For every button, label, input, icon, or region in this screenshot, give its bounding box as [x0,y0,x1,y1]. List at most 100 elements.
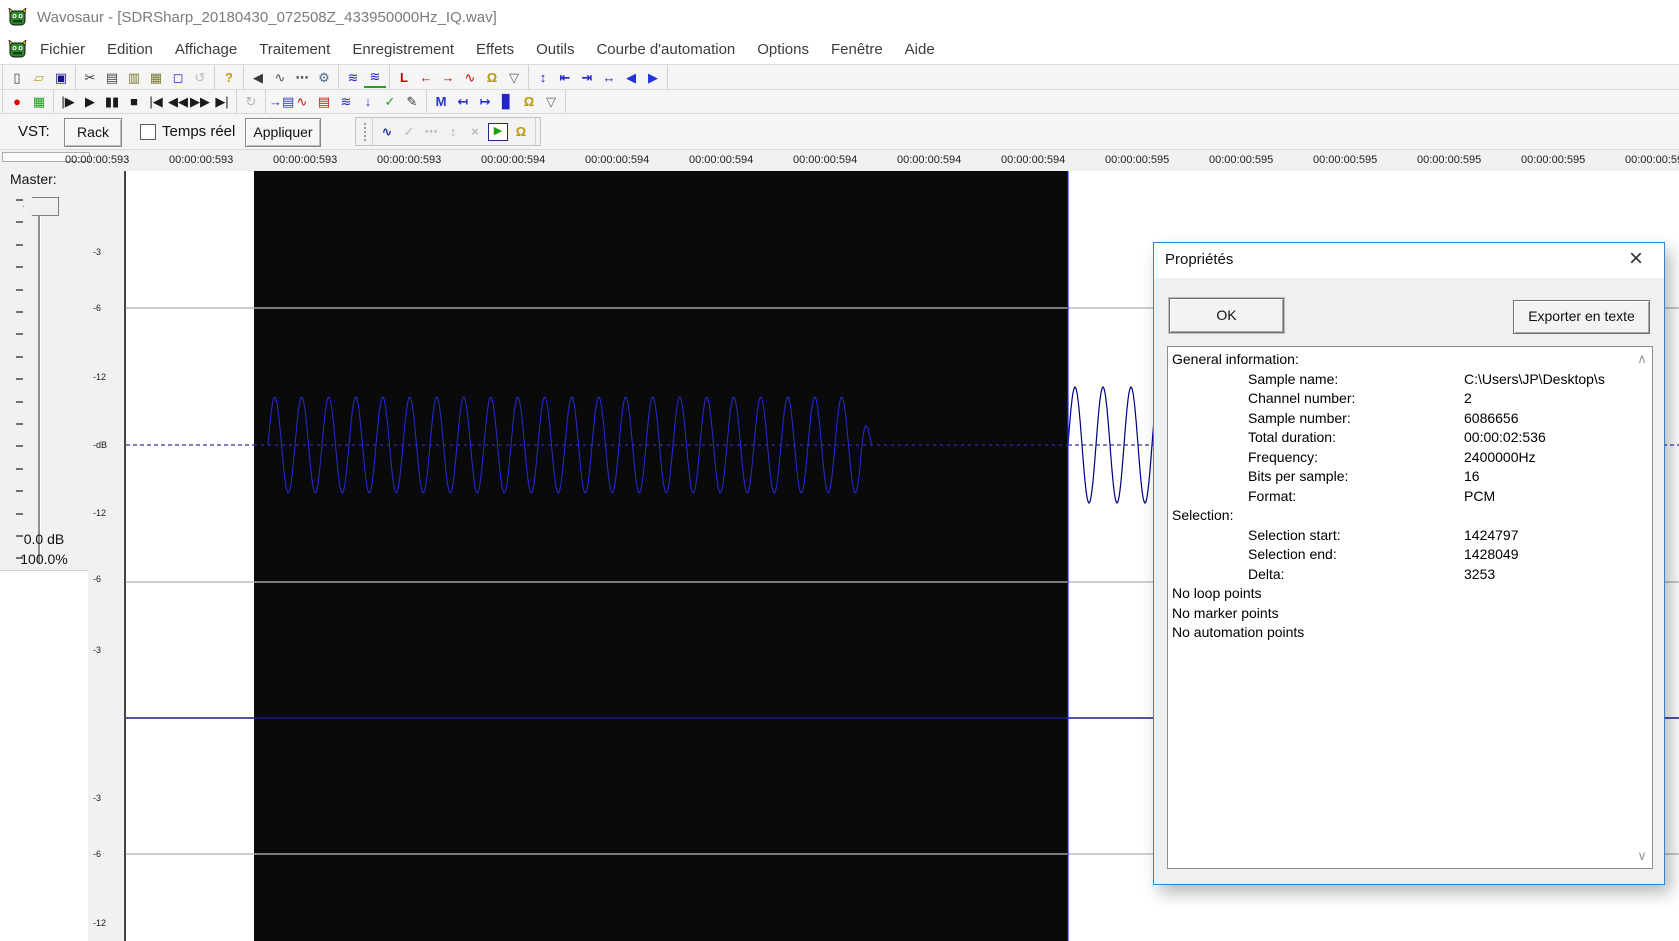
insert-audio-icon[interactable]: →▤ [269,91,294,113]
menu-item-enregistrement[interactable]: Enregistrement [341,37,465,62]
timeline-label: 00:00:00:593 [377,154,442,166]
loop-end-icon[interactable]: → [437,67,459,89]
menu-item-affichage[interactable]: Affichage [164,37,248,62]
menu-item-traitement[interactable]: Traitement [248,37,341,62]
stop-icon[interactable]: ■ [123,91,145,113]
play-from-cursor-icon[interactable]: |▶ [57,91,79,113]
paste-icon[interactable]: ▥ [123,67,145,89]
zoom-selection-icon[interactable]: ↔ [598,67,620,89]
properties-list[interactable]: General information: Sample name: C:\Users… [1167,346,1653,869]
go-to-end-icon[interactable]: ▶| [211,91,233,113]
insert-silence-icon[interactable]: ↓ [357,91,379,113]
properties-row: Total duration: 00:00:02:536 [1168,428,1652,448]
paste-new-icon[interactable]: ▦ [145,67,167,89]
delete-loop-icon[interactable]: ▽ [503,67,525,89]
loop-wave-icon[interactable]: ∿ [459,67,481,89]
export-document-icon[interactable]: ▤ [313,91,335,113]
zoom-selection-end-icon[interactable]: ⇥ [576,67,598,89]
vst-label: VST: [18,123,50,140]
fit-vertical-icon[interactable]: ≋ [342,67,364,89]
menu-item-fichier[interactable]: Fichier [29,37,96,62]
marker-icon[interactable]: M [430,91,452,113]
rewind-icon[interactable]: ◀◀ [167,91,189,113]
zoom-vertical-wave-icon[interactable]: ↕ [532,67,554,89]
master-slider-handle[interactable] [23,197,59,216]
copy-icon[interactable]: ▤ [101,67,123,89]
export-text-button[interactable]: Exporter en texte [1513,300,1650,334]
play-envelope-icon[interactable]: ▶ [488,122,508,141]
db-ruler-label: -3 [93,645,102,655]
lock-loop-icon[interactable]: Ω [481,67,503,89]
menu-item-fen-tre[interactable]: Fenêtre [820,37,894,62]
vst-apply-button[interactable]: Appliquer [245,118,321,147]
selection-region [254,171,1068,941]
menu-item-outils[interactable]: Outils [525,37,585,62]
resample-wave-icon[interactable]: ≋ [335,91,357,113]
toolbar-group: ∿ ✓ ⋯ ↕ × ▶ Ω [372,118,536,145]
menu-item-edition[interactable]: Edition [96,37,164,62]
vst-rack-button[interactable]: Rack [64,118,122,147]
fast-forward-icon[interactable]: ▶▶ [189,91,211,113]
master-slider-tick [16,199,23,201]
properties-row: Channel number: 2 [1168,389,1652,409]
timeline-label: 00:00:00:593 [169,154,234,166]
menu-item-aide[interactable]: Aide [894,37,946,62]
select-region-icon[interactable]: ◻ [167,67,189,89]
timeline-label: 00:00:00:594 [793,154,858,166]
delete-markers-icon[interactable]: ▽ [540,91,562,113]
zoom-selection-start-icon[interactable]: ⇤ [554,67,576,89]
timeline-label: 00:00:00:594 [585,154,650,166]
record-icon[interactable]: ● [6,91,28,113]
draw-pencil-icon[interactable]: ✎ [401,91,423,113]
db-ruler-label: -3 [93,247,102,257]
pause-icon[interactable]: ▮▮ [101,91,123,113]
menu-item-courbe-d-automation[interactable]: Courbe d'automation [585,37,746,62]
play-icon[interactable]: ▶ [79,91,101,113]
loop-point-icon[interactable]: L [393,67,415,89]
vu-meter-icon[interactable]: ▦ [28,91,50,113]
properties-row: Sample name: C:\Users\JP\Desktop\s [1168,370,1652,390]
fit-selection-icon[interactable]: ≋ [364,67,386,88]
cut-icon[interactable]: ✂ [79,67,101,89]
audio-settings-wrench-icon[interactable]: ⚙ [313,67,335,89]
property-label: Bits per sample: [1248,468,1349,484]
open-file-icon[interactable]: ▱ [28,67,50,89]
close-icon[interactable]: × [1622,245,1650,273]
menu-item-options[interactable]: Options [746,37,820,62]
toolbar-group: →▤ ∿ ▤ ≋ ↓ ✓ ✎ [266,90,427,114]
property-value: PCM [1464,487,1496,504]
dialog-title-bar[interactable]: Propriétés × [1154,243,1664,278]
marker-selection-icon[interactable]: ▊ [496,91,518,113]
menu-item-effets[interactable]: Effets [465,37,525,62]
new-file-icon[interactable]: ▯ [6,67,28,89]
help-icon[interactable]: ? [218,67,240,89]
master-slider-tick [16,535,23,537]
timeline-label: 00:00:00:593 [273,154,338,166]
wavosaur-app-icon[interactable] [8,8,27,26]
level-ruler: -3 -6 -12 -dB -12 -6 -3 -3 -6 -12 [88,171,126,941]
scroll-down-icon[interactable]: ∨ [1635,848,1649,864]
next-view-icon[interactable]: ▶ [642,67,664,89]
statistics-icon[interactable]: ∿ [291,91,313,113]
go-to-start-icon[interactable]: |◀ [145,91,167,113]
previous-marker-icon[interactable]: ↤ [452,91,474,113]
envelope-curve-icon[interactable]: ∿ [376,121,398,143]
master-slider-track[interactable] [38,205,41,563]
previous-view-icon[interactable]: ◀ [620,67,642,89]
document-system-icon[interactable] [8,40,27,58]
save-file-icon[interactable]: ▣ [50,67,72,89]
batch-process-icon[interactable]: ✓ [379,91,401,113]
scroll-up-icon[interactable]: ∧ [1635,351,1649,367]
midi-io-icon[interactable]: ⋯ [291,67,313,89]
realtime-checkbox[interactable] [140,124,156,140]
next-marker-icon[interactable]: ↦ [474,91,496,113]
ok-button[interactable]: OK [1169,298,1284,333]
properties-row: Selection start: 1424797 [1168,526,1652,546]
lock-markers-icon[interactable]: Ω [518,91,540,113]
timeline-ruler[interactable]: 00:00:00:593 00:00:00:593 00:00:00:593 00:0… [0,149,1679,172]
timeline-label: 00:00:00:594 [1001,154,1066,166]
lock-envelope-icon[interactable]: Ω [510,121,532,143]
audio-output-icon[interactable]: ◀ [247,67,269,89]
audio-connection-icon[interactable]: ∿ [269,67,291,89]
loop-start-icon[interactable]: ← [415,67,437,89]
